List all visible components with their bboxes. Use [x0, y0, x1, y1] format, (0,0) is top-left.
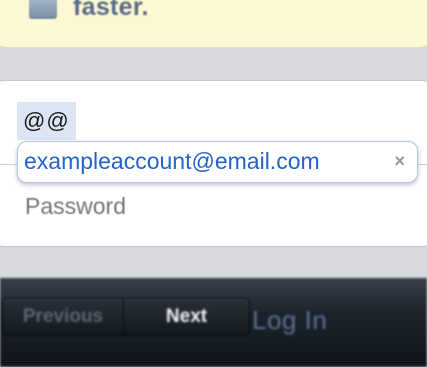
email-field-typed-text[interactable]: @@ — [17, 102, 76, 140]
next-button[interactable]: Next — [124, 299, 249, 335]
banner-text: faster. — [73, 0, 149, 21]
log-in-button[interactable]: Log In — [252, 305, 327, 336]
autocorrect-suggestion[interactable]: exampleaccount@email.com × — [17, 141, 418, 183]
close-icon[interactable]: × — [394, 151, 405, 172]
suggestion-text[interactable]: exampleaccount@email.com — [24, 148, 320, 175]
app-icon — [29, 0, 57, 19]
keyboard-accessory-toolbar: Previous Next Log In — [0, 278, 427, 367]
password-field[interactable] — [25, 193, 375, 220]
prev-next-segmented-control: Previous Next — [2, 298, 250, 336]
info-banner: faster. — [0, 0, 427, 48]
previous-button[interactable]: Previous — [3, 299, 124, 335]
